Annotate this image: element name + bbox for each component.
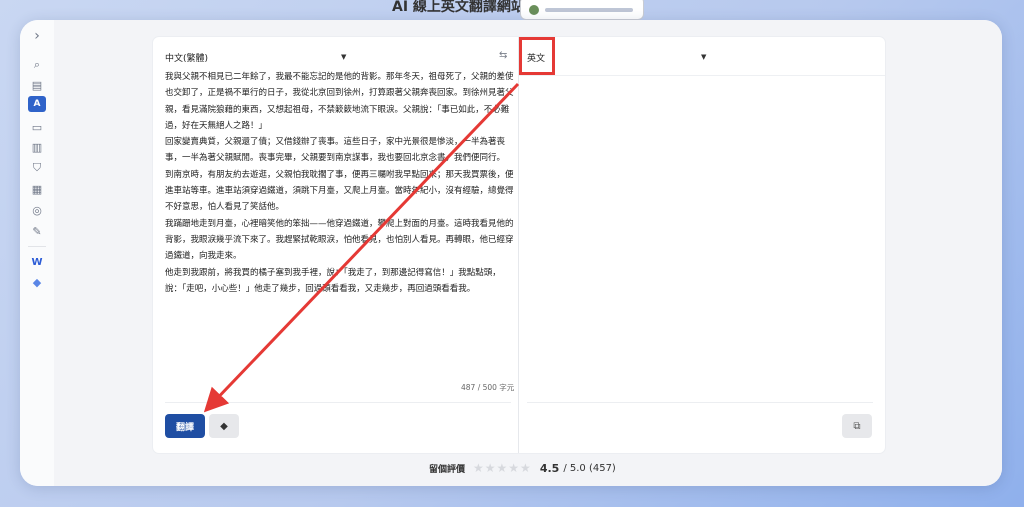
source-language-select[interactable]: 中文(繁體) [165, 51, 208, 67]
sidebar-item-word[interactable]: W [28, 254, 46, 270]
highlight-box [519, 37, 555, 75]
translate-button[interactable]: 翻譯 [165, 414, 205, 438]
sidebar-item-chat[interactable]: ▭ [28, 119, 46, 135]
sidebar-item-edit[interactable]: ✎ [28, 223, 46, 239]
rating-stars[interactable]: ★★★★★ [473, 461, 532, 475]
chevron-down-icon[interactable]: ▼ [701, 53, 706, 61]
chevron-down-icon[interactable]: ▼ [341, 53, 346, 61]
badge-logo-icon [529, 5, 539, 15]
main-area: 中文(繁體) ▼ ⇆ 英文 ▼ 我與父親不相見已二年餘了，我最不能忘記的是他的背… [54, 20, 1002, 486]
badge-text [545, 8, 633, 12]
sidebar-item-translate[interactable]: A [28, 96, 46, 112]
source-footer-divider [165, 402, 511, 403]
translator-card: 中文(繁體) ▼ ⇆ 英文 ▼ 我與父親不相見已二年餘了，我最不能忘記的是他的背… [153, 37, 885, 453]
app-window: › ⌕ ▤ A ▭ ▥ ⛉ ▦ ◎ ✎ W ◆ 中文(繁體) ▼ ⇆ 英文 ▼ … [20, 20, 1002, 486]
sidebar-item-shield[interactable]: ⛉ [28, 160, 46, 176]
panel-divider [518, 37, 519, 453]
sidebar-item-chat-bubbles[interactable]: ◎ [28, 202, 46, 218]
copy-icon: ⧉ [853, 420, 861, 432]
page-title: AI 線上英文翻譯網站 [392, 0, 525, 15]
rating-label: 留個評價 [429, 464, 466, 475]
clear-button[interactable]: ◆ [209, 414, 239, 438]
copy-button[interactable]: ⧉ [842, 414, 872, 438]
sidebar-divider [28, 246, 46, 247]
rating-score: 4.5 [539, 461, 560, 475]
eraser-icon: ◆ [220, 420, 228, 432]
char-counter: 487 / 500 字元 [461, 383, 515, 392]
target-header-divider [519, 75, 885, 76]
target-footer-divider [527, 402, 873, 403]
sidebar: › ⌕ ▤ A ▭ ▥ ⛉ ▦ ◎ ✎ W ◆ [20, 20, 55, 486]
source-text-area[interactable]: 我與父親不相見已二年餘了，我最不能忘記的是他的背影。那年冬天，祖母死了，父親的差… [165, 69, 515, 297]
swap-icon[interactable]: ⇆ [499, 50, 507, 61]
rating-bar: 留個評價 ★★★★★ 4.5 / 5.0 (457) [429, 460, 616, 476]
sidebar-item-document[interactable]: ▤ [28, 77, 46, 93]
sidebar-item-pages[interactable]: ▦ [28, 181, 46, 197]
page-header: AI 線上英文翻譯網站 [0, 0, 1024, 20]
rating-count: / 5.0 (457) [563, 462, 616, 474]
sidebar-item-search-doc[interactable]: ⌕ [28, 57, 46, 73]
sidebar-expand-icon[interactable]: › [28, 28, 46, 44]
sidebar-item-clipboard[interactable]: ▥ [28, 139, 46, 155]
header-badge[interactable] [520, 0, 644, 20]
sidebar-item-gem[interactable]: ◆ [28, 274, 46, 290]
